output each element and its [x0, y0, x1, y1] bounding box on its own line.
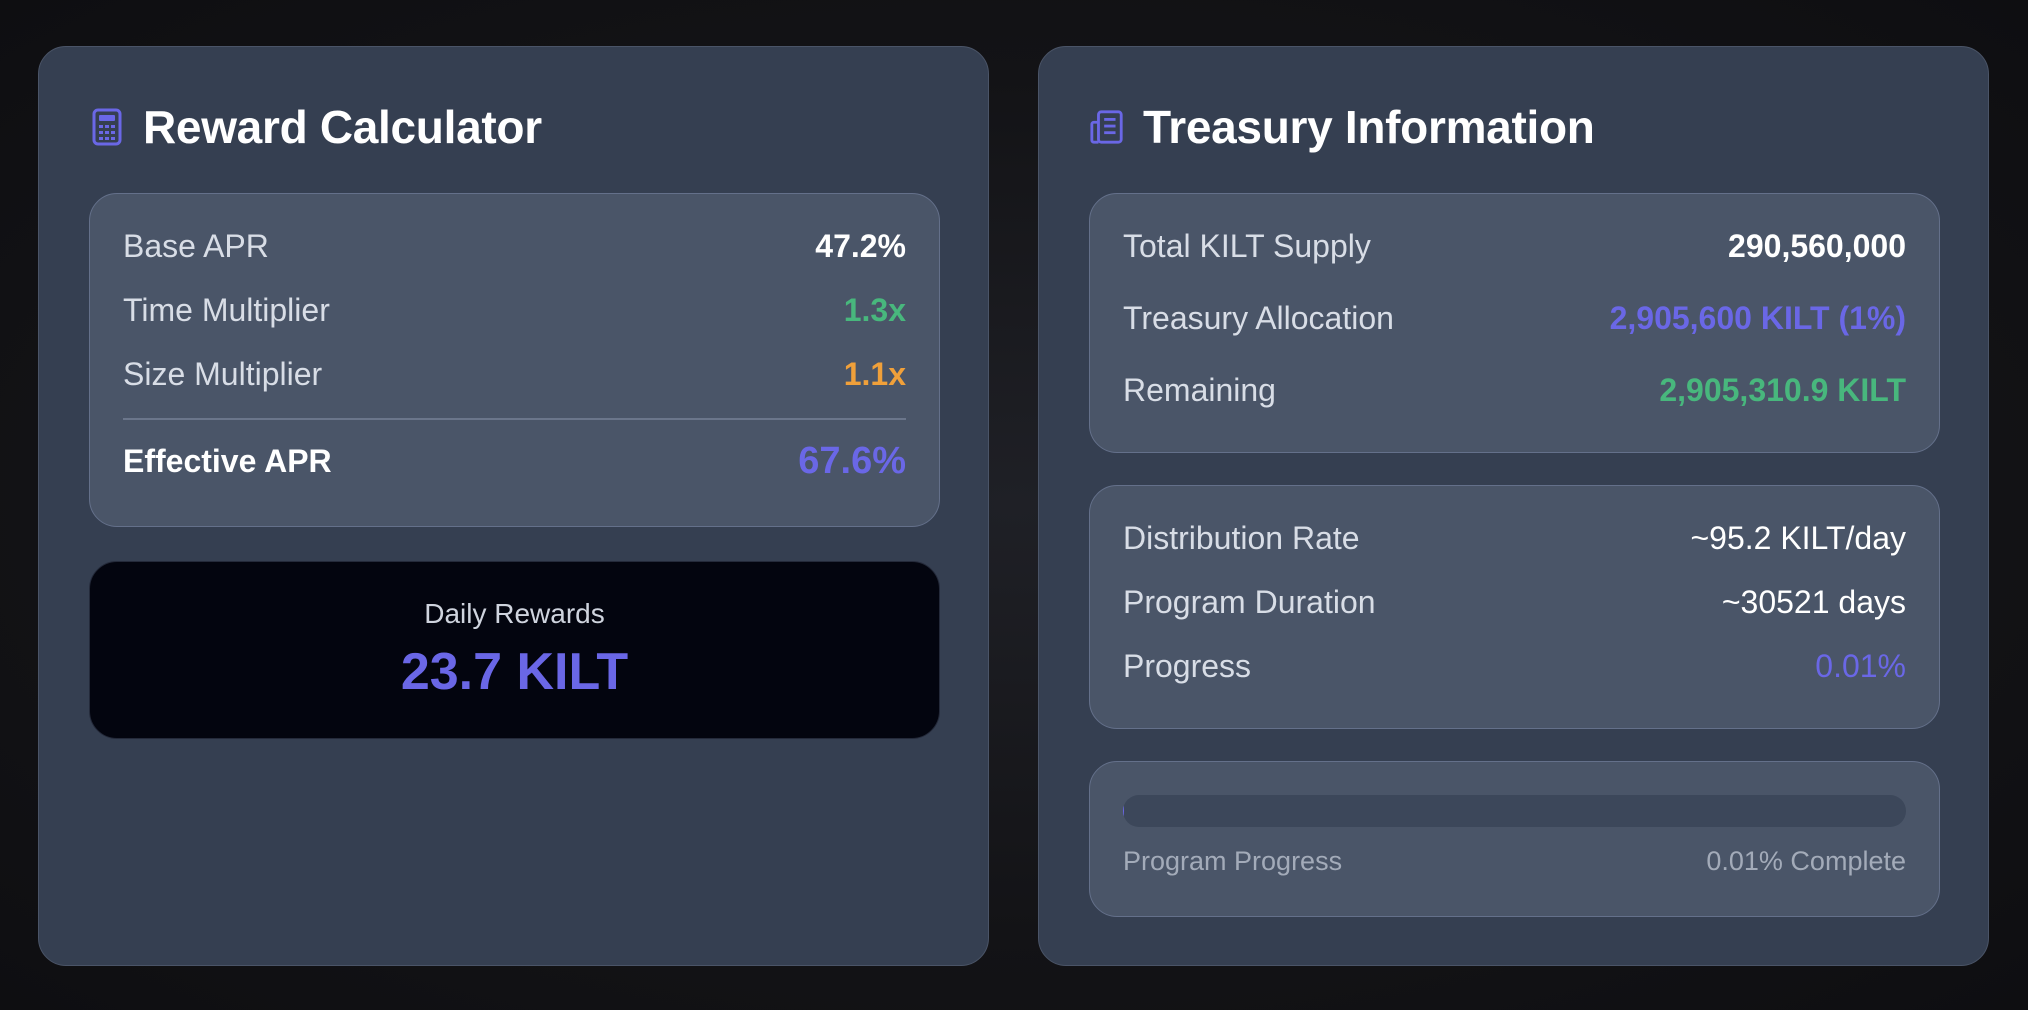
program-progress-label: Program Progress: [1123, 846, 1343, 876]
distribution-panel: Distribution Rate ~95.2 KILT/day Program…: [1089, 485, 1940, 729]
treasury-card: Treasury Information Total KILT Supply 2…: [1038, 46, 1989, 966]
time-multiplier-label: Time Multiplier: [123, 292, 330, 328]
remaining-value: 2,905,310.9 KILT: [1659, 372, 1906, 408]
base-apr-row: Base APR 47.2%: [123, 228, 906, 265]
treasury-header: Treasury Information: [1089, 95, 1595, 159]
reward-calculator-title: Reward Calculator: [143, 101, 542, 153]
treasury-allocation-row: Treasury Allocation 2,905,600 KILT (1%): [1123, 300, 1906, 337]
daily-rewards-box: Daily Rewards 23.7 KILT: [89, 561, 940, 739]
base-apr-label: Base APR: [123, 228, 269, 264]
progress-value: 0.01%: [1815, 648, 1906, 684]
total-supply-value: 290,560,000: [1728, 228, 1906, 264]
program-duration-row: Program Duration ~30521 days: [1123, 584, 1906, 621]
total-supply-row: Total KILT Supply 290,560,000: [1123, 228, 1906, 265]
treasury-title: Treasury Information: [1143, 101, 1595, 153]
size-multiplier-row: Size Multiplier 1.1x: [123, 356, 906, 393]
size-multiplier-label: Size Multiplier: [123, 356, 323, 392]
program-progress-panel: Program Progress 0.01% Complete: [1089, 761, 1940, 917]
total-supply-label: Total KILT Supply: [1123, 228, 1371, 264]
progress-label: Progress: [1123, 648, 1252, 684]
effective-apr-row: Effective APR 67.6%: [123, 440, 906, 483]
program-duration-value: ~30521 days: [1721, 584, 1906, 620]
effective-apr-label: Effective APR: [123, 443, 332, 479]
distribution-rate-row: Distribution Rate ~95.2 KILT/day: [1123, 520, 1906, 557]
distribution-rate-label: Distribution Rate: [1123, 520, 1360, 556]
daily-rewards-caption: Daily Rewards: [424, 598, 605, 629]
distribution-rate-value: ~95.2 KILT/day: [1690, 520, 1906, 556]
time-multiplier-value: 1.3x: [843, 292, 906, 328]
treasury-allocation-value: 2,905,600 KILT (1%): [1609, 300, 1906, 336]
time-multiplier-row: Time Multiplier 1.3x: [123, 292, 906, 329]
base-apr-value: 47.2%: [815, 228, 906, 264]
remaining-label: Remaining: [1123, 372, 1276, 408]
treasury-allocation-label: Treasury Allocation: [1123, 300, 1394, 336]
treasury-icon: [1089, 107, 1125, 147]
program-progress-bar: [1123, 795, 1906, 827]
effective-apr-value: 67.6%: [798, 440, 906, 482]
progress-row: Progress 0.01%: [1123, 648, 1906, 685]
remaining-row: Remaining 2,905,310.9 KILT: [1123, 372, 1906, 409]
daily-rewards-amount: 23.7 KILT: [400, 643, 629, 701]
program-progress-footer: Program Progress 0.01% Complete: [1123, 846, 1906, 877]
program-progress-status: 0.01% Complete: [1706, 846, 1906, 876]
size-multiplier-value: 1.1x: [843, 356, 906, 392]
program-duration-label: Program Duration: [1123, 584, 1376, 620]
calculator-icon: [89, 107, 125, 147]
reward-calculator-card: Reward Calculator Base APR 47.2% Time Mu…: [38, 46, 989, 966]
apr-panel: Base APR 47.2% Time Multiplier 1.3x Size…: [89, 193, 940, 527]
supply-panel: Total KILT Supply 290,560,000 Treasury A…: [1089, 193, 1940, 453]
reward-calculator-header: Reward Calculator: [89, 95, 542, 159]
apr-divider: [123, 418, 906, 420]
